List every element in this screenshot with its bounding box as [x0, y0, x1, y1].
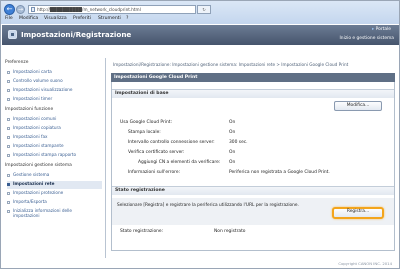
sidebar-item-printer[interactable]: Impostazioni stampante — [7, 143, 102, 151]
row-value-add-cn: On — [229, 160, 236, 165]
row-value-error-info: Periferica non registrata a Google Cloud… — [229, 170, 330, 175]
sidebar-item-display[interactable]: Impostazioni visualizzazione — [7, 87, 102, 95]
portal-link[interactable]: ▸ Portale — [372, 27, 391, 32]
settings-logo-icon — [8, 30, 17, 39]
bullet-icon — [7, 80, 10, 83]
sidebar-item-copy[interactable]: Impostazioni copiatura — [7, 125, 102, 133]
row-label-error-info: Informazioni sull'errore: — [128, 170, 181, 175]
menu-file[interactable]: File — [5, 16, 13, 21]
sidebar-item-paper[interactable]: Impostazioni carta — [7, 69, 102, 77]
portal-link-label: Portale — [375, 27, 391, 32]
sidebar-item-volume[interactable]: Controllo volume suono — [7, 78, 102, 86]
address-text: http://██████████/m_network_cloudprint.h… — [37, 7, 141, 12]
sidebar-item-timer[interactable]: Impostazioni timer — [7, 96, 102, 104]
start-link[interactable]: Inizio e gestione sistema — [340, 36, 394, 41]
sidebar-item-system-management[interactable]: Gestione sistema — [7, 172, 102, 180]
back-arrow-icon: ← — [6, 5, 13, 13]
bullet-icon — [7, 118, 10, 121]
bullet-icon — [7, 201, 10, 204]
bullet-icon — [7, 174, 10, 177]
menu-bar: File Modifica Visualizza Preferiti Strum… — [1, 15, 399, 24]
registration-description: Selezionare [Registra] e registrare la p… — [117, 203, 299, 208]
sidebar-item-common[interactable]: Impostazioni comuni — [7, 116, 102, 124]
forward-button[interactable]: → — [16, 5, 25, 14]
copyright: Copyright CANON INC. 2014 — [338, 261, 392, 266]
sidebar-section-system: Impostazioni gestione sistema — [5, 163, 72, 168]
browser-window: ← → http://██████████/m_network_cloudpri… — [0, 0, 400, 269]
registration-status-label: Stato registrazione: — [120, 229, 164, 234]
basic-settings-header: Impostazioni di base — [112, 89, 394, 98]
bullet-icon — [7, 98, 10, 101]
sidebar-section-function: Impostazioni funzione — [5, 107, 54, 112]
bullet-icon — [7, 192, 10, 195]
row-label-connection-interval: Intervallo controllo connessione server: — [128, 140, 215, 145]
section-title: Impostazioni Google Cloud Print — [111, 73, 395, 82]
page-title: Impostazioni/Registrazione — [21, 30, 132, 39]
forward-arrow-icon: → — [17, 6, 24, 13]
row-value-verify-certificate: On — [229, 150, 236, 155]
sidebar-item-fax[interactable]: Impostazioni fax — [7, 134, 102, 142]
register-button[interactable]: Registra... — [332, 207, 384, 219]
bullet-icon — [7, 183, 10, 186]
registration-status-value: Non registrato — [214, 229, 246, 234]
menu-tools[interactable]: Strumenti — [98, 16, 121, 21]
row-value-local-print: On — [229, 130, 236, 135]
bullet-icon — [7, 71, 10, 74]
breadcrumb: Impostazioni/Registrazione: Impostazioni… — [113, 62, 349, 67]
bullet-icon — [7, 136, 10, 139]
bullet-icon — [7, 89, 10, 92]
menu-edit[interactable]: Modifica — [19, 16, 38, 21]
menu-view[interactable]: Visualizza — [44, 16, 67, 21]
bullet-icon — [7, 145, 10, 148]
refresh-button[interactable]: ↻ — [197, 5, 211, 14]
portal-arrow-icon: ▸ — [372, 27, 375, 32]
app-header: Impostazioni/Registrazione ▸ Portale Ini… — [2, 25, 399, 45]
edit-button[interactable]: Modifica... — [334, 101, 382, 111]
bullet-icon — [7, 127, 10, 130]
sidebar-item-initialize[interactable]: Inizializza informazioni delle impostazi… — [7, 208, 102, 221]
row-label-local-print: Stampa locale: — [128, 130, 161, 135]
page-icon — [31, 7, 35, 12]
browser-toolbar: ← → http://██████████/m_network_cloudpri… — [1, 1, 399, 24]
bullet-icon — [7, 154, 10, 157]
bullet-icon — [7, 210, 10, 213]
refresh-icon: ↻ — [202, 7, 206, 12]
address-bar[interactable]: http://██████████/m_network_cloudprint.h… — [28, 5, 196, 14]
row-label-use-cloud-print: Usa Google Cloud Print: — [120, 120, 172, 125]
row-label-add-cn: Aggiungi CN a elementi da verificare: — [138, 160, 221, 165]
menu-help[interactable]: ? — [126, 16, 128, 21]
registration-status-header: Stato registrazione — [112, 186, 394, 195]
sidebar-item-import-export[interactable]: Importa/Esporta — [7, 199, 102, 207]
back-button[interactable]: ← — [4, 4, 15, 15]
row-value-connection-interval: 300 sec. — [229, 140, 248, 145]
sidebar-item-network[interactable]: Impostazioni rete — [7, 181, 102, 189]
row-label-verify-certificate: Verifica certificato server: — [128, 150, 185, 155]
row-value-use-cloud-print: On — [229, 120, 236, 125]
sidebar-section-preferences: Preferenze — [5, 60, 29, 65]
sidebar-item-security[interactable]: Impostazioni protezione — [7, 190, 102, 198]
sidebar-item-report[interactable]: Impostazioni stampa rapporto — [7, 152, 102, 160]
menu-favorites[interactable]: Preferiti — [73, 16, 91, 21]
